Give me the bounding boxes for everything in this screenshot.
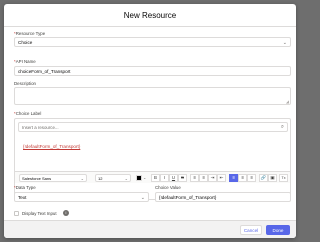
choice-value-input[interactable]: {!defaultForm_of_Transport} (155, 192, 291, 202)
new-resource-modal: New Resource *Resource Type Choice ⌄ *AP… (4, 4, 296, 238)
choice-label-editor: Insert a resource... ⌕ {!defaultForm_of_… (14, 118, 291, 200)
strikethrough-button[interactable]: S (178, 174, 187, 182)
text-color-swatch[interactable] (136, 175, 142, 181)
modal-title: New Resource (123, 11, 177, 20)
modal-header: New Resource (4, 4, 296, 27)
align-center-button[interactable]: ≡ (238, 174, 247, 182)
data-type-label: *Data Type (14, 185, 36, 190)
font-size-value: 12 (98, 176, 103, 182)
data-type-select[interactable]: Text ⌄ (14, 192, 149, 202)
bullet-list-button[interactable]: ≡ (190, 174, 199, 182)
resize-grip-icon[interactable]: ◢ (286, 99, 289, 104)
chevron-down-icon: ⌄ (80, 175, 84, 181)
api-name-value: choiceForm_of_Transport (18, 69, 71, 74)
resource-search-input[interactable]: Insert a resource... ⌕ (18, 122, 288, 132)
image-button[interactable]: ▣ (268, 174, 277, 182)
description-textarea[interactable]: ◢ (14, 87, 291, 105)
chevron-down-icon: ⌄ (282, 39, 287, 46)
underline-button[interactable]: U (169, 174, 178, 182)
choice-label-label: *Choice Label (14, 111, 42, 116)
description-label: Description (14, 81, 36, 86)
cancel-button[interactable]: Cancel (240, 225, 262, 235)
numbered-list-button[interactable]: ≡ (199, 174, 208, 182)
search-icon: ⌕ (280, 124, 284, 130)
indent-button[interactable]: ⇥ (208, 174, 217, 182)
link-button[interactable]: 🔗 (259, 174, 268, 182)
font-size-select[interactable]: 12 ⌄ (95, 174, 131, 182)
rich-text-toolbar: Salesforce Sans ⌄ 12 ⌄ ⌄ B I U S ≡ ≡ ⇥ ⇤… (15, 171, 290, 183)
done-button[interactable]: Done (266, 225, 290, 235)
display-text-input-label: Display Text Input (22, 211, 57, 216)
modal-footer: Cancel Done (4, 220, 296, 238)
choice-value-value: {!defaultForm_of_Transport} (159, 195, 217, 200)
italic-button[interactable]: I (160, 174, 169, 182)
resource-type-value: Choice (18, 40, 33, 45)
chevron-down-icon[interactable]: ⌄ (143, 175, 146, 180)
outdent-button[interactable]: ⇤ (217, 174, 226, 182)
resource-type-label: *Resource Type (14, 31, 46, 36)
clear-formatting-button[interactable]: Tx (279, 174, 288, 182)
data-type-value: Text (18, 195, 27, 200)
align-left-button[interactable]: ≡ (229, 174, 238, 182)
font-family-value: Salesforce Sans (22, 176, 52, 182)
info-icon[interactable]: i (63, 210, 69, 216)
choice-value-label: Choice Value (155, 185, 181, 190)
resource-type-select[interactable]: Choice ⌄ (14, 37, 291, 47)
bold-button[interactable]: B (151, 174, 160, 182)
chevron-down-icon: ⌄ (124, 175, 128, 181)
api-name-input[interactable]: choiceForm_of_Transport (14, 66, 291, 76)
align-right-button[interactable]: ≡ (247, 174, 256, 182)
rich-text-content[interactable]: {!defaultForm_of_Transport} (23, 144, 80, 149)
chevron-down-icon: ⌄ (140, 194, 145, 201)
display-text-input-checkbox[interactable] (14, 211, 19, 216)
search-placeholder: Insert a resource... (22, 125, 59, 130)
api-name-label: *API Name (14, 59, 36, 64)
font-family-select[interactable]: Salesforce Sans ⌄ (19, 174, 87, 182)
